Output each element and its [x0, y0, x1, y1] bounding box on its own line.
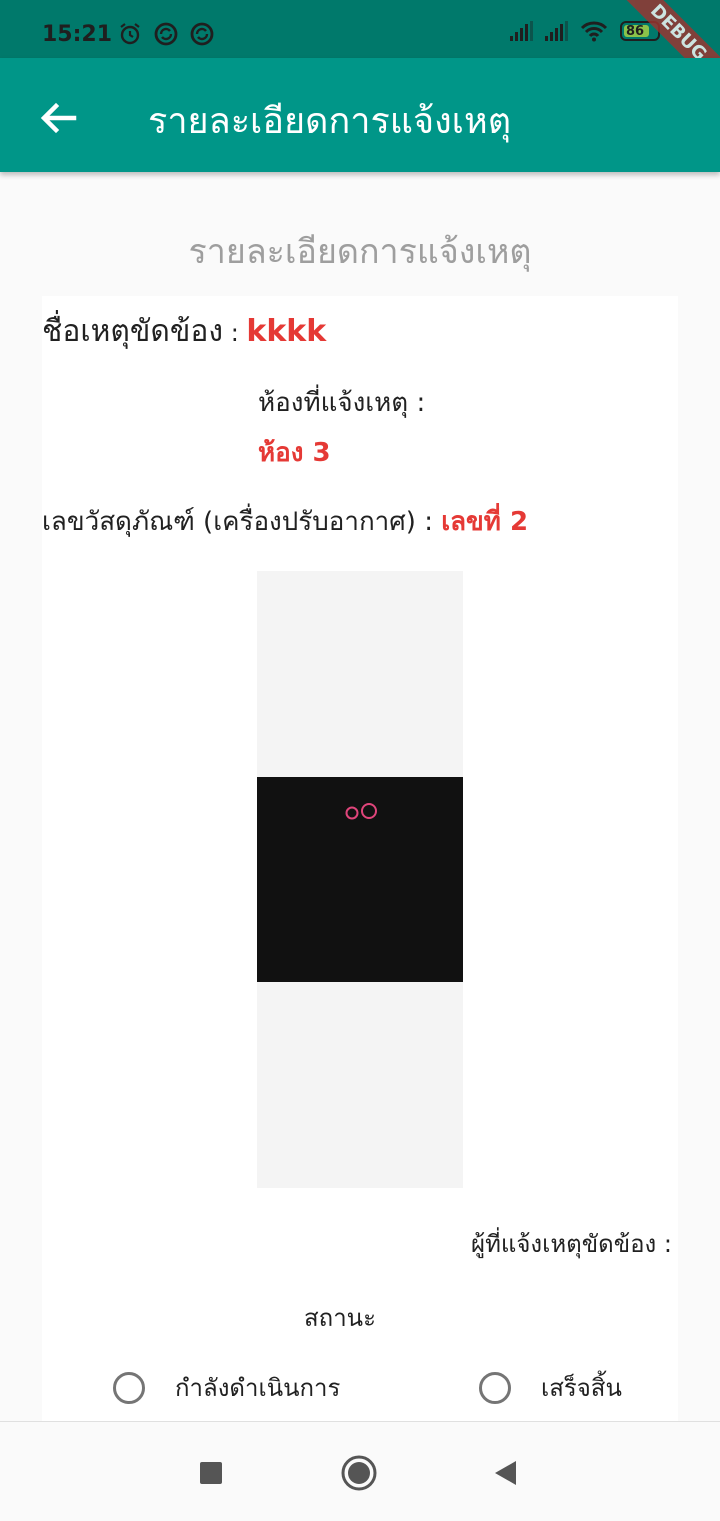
battery-level: 86: [626, 23, 645, 39]
radio-button[interactable]: [113, 1371, 145, 1404]
status-right-icons: 86: [510, 20, 660, 42]
status-option-done[interactable]: เสร็จสิ้น: [479, 1368, 622, 1407]
issue-label: ชื่อเหตุขัดข้อง: [42, 314, 224, 349]
report-photo: [257, 777, 463, 982]
issue-row: ชื่อเหตุขัดข้อง : kkkk: [42, 308, 326, 355]
signal-icon: [510, 21, 533, 41]
status-option-label: กำลังดำเนินการ: [175, 1374, 341, 1402]
room-label: ห้องที่แจ้งเหตุ :: [258, 388, 426, 418]
image-mark-icon: [345, 803, 377, 820]
asset-row: เลขวัสดุภัณฑ์ (เครื่องปรับอากาศ) : เลขที…: [42, 501, 528, 542]
arrow-back-icon[interactable]: [34, 94, 82, 142]
status-option-in-progress[interactable]: กำลังดำเนินการ: [113, 1368, 340, 1407]
radio-button[interactable]: [479, 1371, 511, 1404]
app-bar: รายละเอียดการแจ้งเหตุ: [0, 58, 720, 172]
issue-separator: :: [223, 319, 247, 347]
status-label-text: สถานะ: [304, 1304, 376, 1332]
alarm-icon: [120, 23, 140, 45]
asset-value: เลขที่ 2: [441, 507, 529, 537]
issue-value: kkkk: [246, 314, 327, 349]
status-bar: 15:21 86 DEBUG: [0, 0, 720, 99]
app-bar-title: รายละเอียดการแจ้งเหตุ: [148, 101, 512, 142]
page-heading: รายละเอียดการแจ้งเหตุ: [188, 232, 532, 272]
sync-icon: [154, 22, 178, 46]
home-circle-icon[interactable]: [340, 1454, 378, 1492]
status-label: สถานะ: [42, 1298, 678, 1337]
asset-label: เลขวัสดุภัณฑ์ (เครื่องปรับอากาศ) :: [42, 507, 433, 537]
back-triangle-icon[interactable]: [490, 1458, 520, 1488]
wifi-icon: [580, 21, 608, 42]
detail-card: ชื่อเหตุขัดข้อง : kkkk ห้องที่แจ้งเหตุ :…: [42, 296, 678, 1422]
recents-square-icon[interactable]: [196, 1458, 226, 1488]
report-image[interactable]: [257, 571, 463, 1188]
sync-icon-2: [190, 22, 214, 46]
status-time: 15:21: [42, 22, 113, 47]
system-nav-bar: [0, 1421, 720, 1521]
status-option-label: เสร็จสิ้น: [541, 1374, 622, 1402]
room-value: ห้อง 3: [258, 438, 331, 468]
reporter-label: ผู้ที่แจ้งเหตุขัดข้อง :: [471, 1230, 672, 1258]
signal-icon-2: [545, 21, 568, 41]
